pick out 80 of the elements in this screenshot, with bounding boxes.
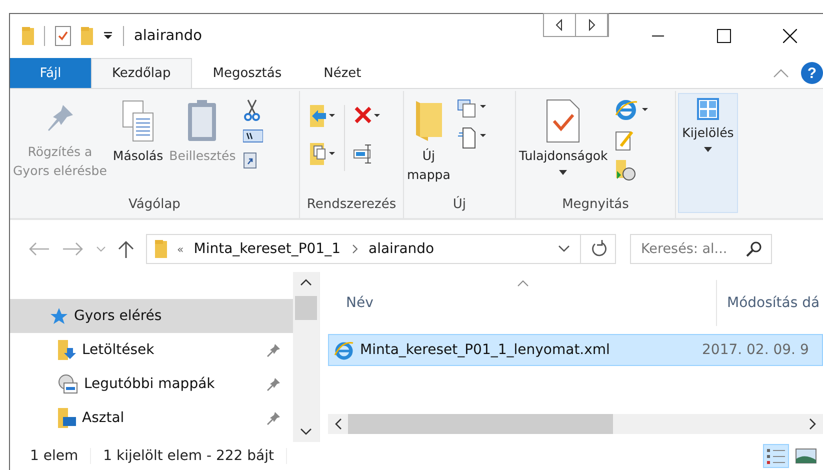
forward-icon[interactable] — [62, 242, 84, 256]
status-text: 1 kijelölt elem - 222 bájt — [103, 448, 287, 464]
maximize-icon — [717, 29, 731, 43]
desktop-folder-icon — [58, 408, 76, 428]
column-header[interactable]: Módosítás dá — [716, 280, 820, 326]
copy-button[interactable]: Másolás — [110, 95, 166, 170]
copy-icon — [120, 99, 156, 143]
scrollbar-thumb[interactable] — [295, 296, 317, 320]
copy-to-icon[interactable] — [308, 143, 336, 165]
collapse-ribbon-icon[interactable] — [773, 68, 789, 78]
scissors-icon[interactable] — [242, 99, 261, 121]
ribbon-tab[interactable]: Kezdőlap — [91, 58, 192, 88]
select-grid-icon — [697, 98, 719, 120]
folder-icon — [414, 99, 444, 143]
dropdown-icon[interactable] — [103, 32, 113, 40]
file-name: Minta_kereset_P01_1_lenyomat.xml — [360, 342, 611, 358]
browser-icon[interactable] — [614, 99, 649, 121]
pin-icon[interactable] — [267, 411, 281, 425]
nav-item[interactable]: Asztal — [10, 401, 293, 435]
file-row[interactable]: Minta_kereset_P01_1_lenyomat.xml 2017. 02. 09. 9 — [328, 334, 823, 366]
download-folder-icon — [58, 340, 76, 360]
scroll-down-icon[interactable] — [300, 428, 312, 436]
folder-icon — [155, 240, 167, 258]
browser-file-icon — [334, 340, 354, 360]
scroll-left-icon[interactable] — [334, 418, 342, 430]
pin-icon[interactable] — [267, 343, 281, 357]
file-date: 2017. 02. 09. 9 — [702, 342, 809, 358]
new-folder-button[interactable]: Új mappa — [404, 95, 454, 188]
search-icon — [746, 241, 762, 257]
nav-item[interactable]: Legutóbbi mappák — [10, 367, 293, 401]
vertical-scrollbar[interactable] — [293, 272, 319, 442]
window-title: alairando — [134, 28, 202, 44]
caret-icon — [704, 146, 712, 152]
scrollbar-thumb[interactable] — [348, 414, 613, 434]
close-icon — [783, 29, 797, 43]
checkmark-document-icon — [546, 99, 580, 143]
status-text: 1 elem — [30, 448, 92, 464]
easy-access-icon[interactable] — [457, 127, 488, 149]
group-label: Vágólap — [128, 197, 182, 214]
recent-folders-icon — [58, 374, 78, 394]
up-icon[interactable] — [118, 240, 134, 258]
breadcrumb[interactable]: alairando — [368, 241, 434, 257]
dropdown-icon[interactable] — [558, 245, 570, 253]
move-to-icon[interactable] — [308, 105, 336, 127]
new-item-icon[interactable] — [457, 99, 488, 119]
details-view-button[interactable] — [763, 444, 789, 468]
checkmark-document-icon[interactable] — [55, 26, 71, 46]
clipboard-icon — [186, 99, 218, 143]
chevron-right-icon — [350, 244, 358, 254]
refresh-icon[interactable] — [591, 240, 607, 258]
help-button[interactable]: ? — [801, 62, 823, 84]
nav-item[interactable]: Gyors elérés — [10, 299, 293, 333]
properties-button[interactable]: Tulajdonságok — [516, 95, 611, 179]
scroll-up-icon[interactable] — [300, 278, 312, 286]
group-label: Rendszerezés — [306, 197, 398, 214]
group-label: Új — [452, 197, 468, 214]
breadcrumb[interactable]: « — [177, 242, 184, 256]
horizontal-scrollbar[interactable] — [328, 414, 823, 434]
column-header[interactable]: Név — [328, 295, 716, 311]
caret-icon — [559, 170, 568, 175]
copy-path-icon[interactable] — [242, 129, 263, 143]
select-button[interactable]: Kijelölés — [678, 93, 738, 213]
address-bar[interactable]: « Minta_kereset_P01_1 alairando — [146, 234, 616, 264]
group-label: Megnyitás — [561, 197, 630, 214]
picture-view-icon — [795, 447, 817, 465]
scroll-right-icon[interactable] — [809, 418, 817, 430]
paste-shortcut-icon[interactable] — [242, 151, 257, 169]
breadcrumb[interactable]: Minta_kereset_P01_1 — [194, 241, 340, 257]
edit-icon[interactable] — [614, 129, 635, 151]
history-icon[interactable] — [614, 159, 637, 181]
search-field[interactable]: Keresés: al... — [630, 234, 772, 264]
tab-scroll-control[interactable] — [543, 13, 609, 37]
star-icon — [48, 307, 68, 325]
sort-ascending-icon — [517, 280, 529, 287]
nav-item[interactable]: Letöltések — [10, 333, 293, 367]
file-tab[interactable]: Fájl — [10, 58, 91, 88]
back-icon[interactable] — [28, 242, 50, 256]
recent-locations-icon[interactable] — [96, 246, 106, 252]
details-view-icon — [766, 447, 786, 465]
pin-icon[interactable] — [267, 377, 281, 391]
